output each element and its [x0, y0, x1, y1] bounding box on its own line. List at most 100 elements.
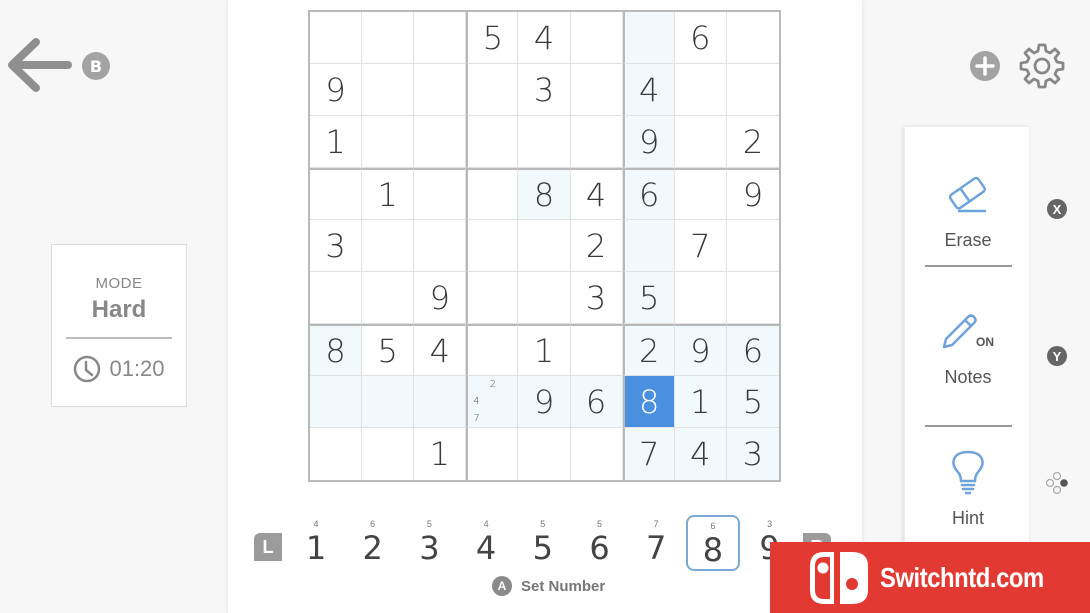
sudoku-cell[interactable] [518, 272, 571, 324]
note-digit: 4 [473, 396, 480, 407]
sudoku-cell[interactable] [362, 12, 415, 64]
cell-value: 3 [585, 278, 607, 317]
sudoku-cell[interactable] [571, 428, 623, 480]
sudoku-cell[interactable]: 9 [518, 376, 571, 428]
sudoku-cell[interactable] [570, 64, 623, 116]
sudoku-cell[interactable]: 6 [726, 324, 779, 376]
settings-button[interactable] [1018, 42, 1066, 90]
erase-button[interactable]: Erase [905, 173, 1031, 251]
sudoku-cell[interactable] [310, 168, 363, 220]
sudoku-cell[interactable] [570, 12, 623, 64]
hint-button[interactable]: Hint [905, 449, 1031, 529]
sudoku-cell[interactable]: 1 [414, 428, 467, 480]
sudoku-cell[interactable] [726, 64, 779, 116]
sudoku-cell[interactable]: 1 [674, 376, 727, 428]
sudoku-cell[interactable] [466, 116, 519, 168]
sudoku-cell[interactable] [310, 12, 363, 64]
tool-divider [925, 425, 1012, 427]
number-button-8[interactable]: 68 [685, 515, 740, 571]
sudoku-cell[interactable] [466, 64, 519, 116]
sudoku-cell[interactable]: 8 [310, 324, 363, 376]
sudoku-cell[interactable]: 7 [674, 220, 727, 272]
sudoku-cell[interactable] [466, 168, 519, 220]
sudoku-cell[interactable] [466, 272, 519, 324]
sudoku-cell[interactable] [674, 168, 727, 220]
back-button[interactable] [6, 36, 72, 92]
sudoku-cell[interactable]: 4 [674, 428, 727, 480]
sudoku-cell[interactable] [362, 272, 415, 324]
sudoku-cell[interactable] [570, 324, 623, 376]
number-button-4[interactable]: 44 [459, 515, 513, 571]
sudoku-cell[interactable] [362, 428, 415, 480]
sudoku-cell[interactable]: 3 [310, 220, 363, 272]
sudoku-cell[interactable]: 2 [726, 116, 779, 168]
sudoku-cell[interactable]: 8 [518, 168, 571, 220]
sudoku-cell[interactable] [414, 116, 467, 168]
sudoku-cell[interactable]: 5 [726, 376, 779, 428]
sudoku-cell[interactable] [726, 12, 779, 64]
sudoku-cell[interactable] [570, 116, 623, 168]
sudoku-cell[interactable]: 7 [622, 428, 675, 480]
sudoku-cell[interactable]: 3 [518, 64, 571, 116]
sudoku-cell[interactable]: 9 [622, 116, 675, 168]
sudoku-cell[interactable]: 4 [622, 64, 675, 116]
sudoku-cell[interactable] [310, 376, 363, 428]
sudoku-cell[interactable]: 1 [310, 116, 363, 168]
sudoku-cell[interactable] [414, 376, 467, 428]
sudoku-cell[interactable]: 1 [362, 168, 415, 220]
sudoku-cell[interactable]: 6 [622, 168, 675, 220]
sudoku-cell[interactable]: 9 [414, 272, 467, 324]
sudoku-cell[interactable] [310, 272, 363, 324]
sudoku-cell[interactable]: 4 [570, 168, 623, 220]
notes-button[interactable]: ON Notes [905, 311, 1031, 388]
sudoku-cell[interactable] [674, 116, 727, 168]
sudoku-cell[interactable]: 3 [726, 428, 779, 480]
number-button-2[interactable]: 62 [346, 515, 400, 571]
sudoku-cell[interactable] [622, 12, 675, 64]
mode-value: Hard [91, 296, 147, 323]
sudoku-cell[interactable] [518, 220, 571, 272]
sudoku-cell[interactable]: 2 [622, 324, 675, 376]
sudoku-cell[interactable]: 8 [622, 376, 675, 428]
sudoku-cell[interactable]: 9 [726, 168, 779, 220]
sudoku-cell[interactable] [518, 428, 571, 480]
sudoku-cell[interactable] [674, 272, 727, 324]
sudoku-cell[interactable] [414, 168, 467, 220]
switch-logo-icon [810, 551, 868, 604]
sudoku-cell[interactable]: 24 7 [466, 376, 519, 428]
number-button-5[interactable]: 55 [516, 515, 570, 571]
sudoku-cell[interactable]: 4 [518, 12, 571, 64]
sudoku-cell[interactable]: 3 [570, 272, 623, 324]
sudoku-cell[interactable] [414, 12, 467, 64]
sudoku-cell[interactable] [726, 220, 779, 272]
sudoku-cell[interactable] [362, 116, 415, 168]
add-button[interactable] [969, 50, 1001, 82]
sudoku-cell[interactable] [362, 376, 415, 428]
number-button-3[interactable]: 53 [402, 515, 456, 571]
sudoku-cell[interactable] [466, 220, 519, 272]
sudoku-cell[interactable] [466, 324, 519, 376]
sudoku-cell[interactable] [518, 116, 571, 168]
sudoku-cell[interactable]: 5 [466, 12, 519, 64]
sudoku-cell[interactable] [414, 220, 467, 272]
sudoku-cell[interactable]: 1 [518, 324, 571, 376]
sudoku-cell[interactable] [726, 272, 779, 324]
number-button-6[interactable]: 56 [573, 515, 627, 571]
number-button-1[interactable]: 41 [289, 515, 343, 571]
sudoku-cell[interactable] [362, 64, 415, 116]
sudoku-cell[interactable]: 6 [570, 376, 623, 428]
sudoku-cell[interactable]: 9 [310, 64, 363, 116]
sudoku-cell[interactable]: 2 [570, 220, 623, 272]
number-button-7[interactable]: 77 [629, 515, 683, 571]
sudoku-cell[interactable] [674, 64, 727, 116]
sudoku-cell[interactable] [466, 428, 519, 480]
sudoku-cell[interactable]: 5 [362, 324, 415, 376]
sudoku-cell[interactable]: 6 [674, 12, 727, 64]
sudoku-cell[interactable]: 4 [414, 324, 467, 376]
sudoku-cell[interactable] [622, 220, 675, 272]
sudoku-cell[interactable] [310, 428, 363, 480]
sudoku-cell[interactable]: 9 [674, 324, 727, 376]
sudoku-cell[interactable] [414, 64, 467, 116]
sudoku-cell[interactable] [362, 220, 415, 272]
sudoku-cell[interactable]: 5 [622, 272, 675, 324]
